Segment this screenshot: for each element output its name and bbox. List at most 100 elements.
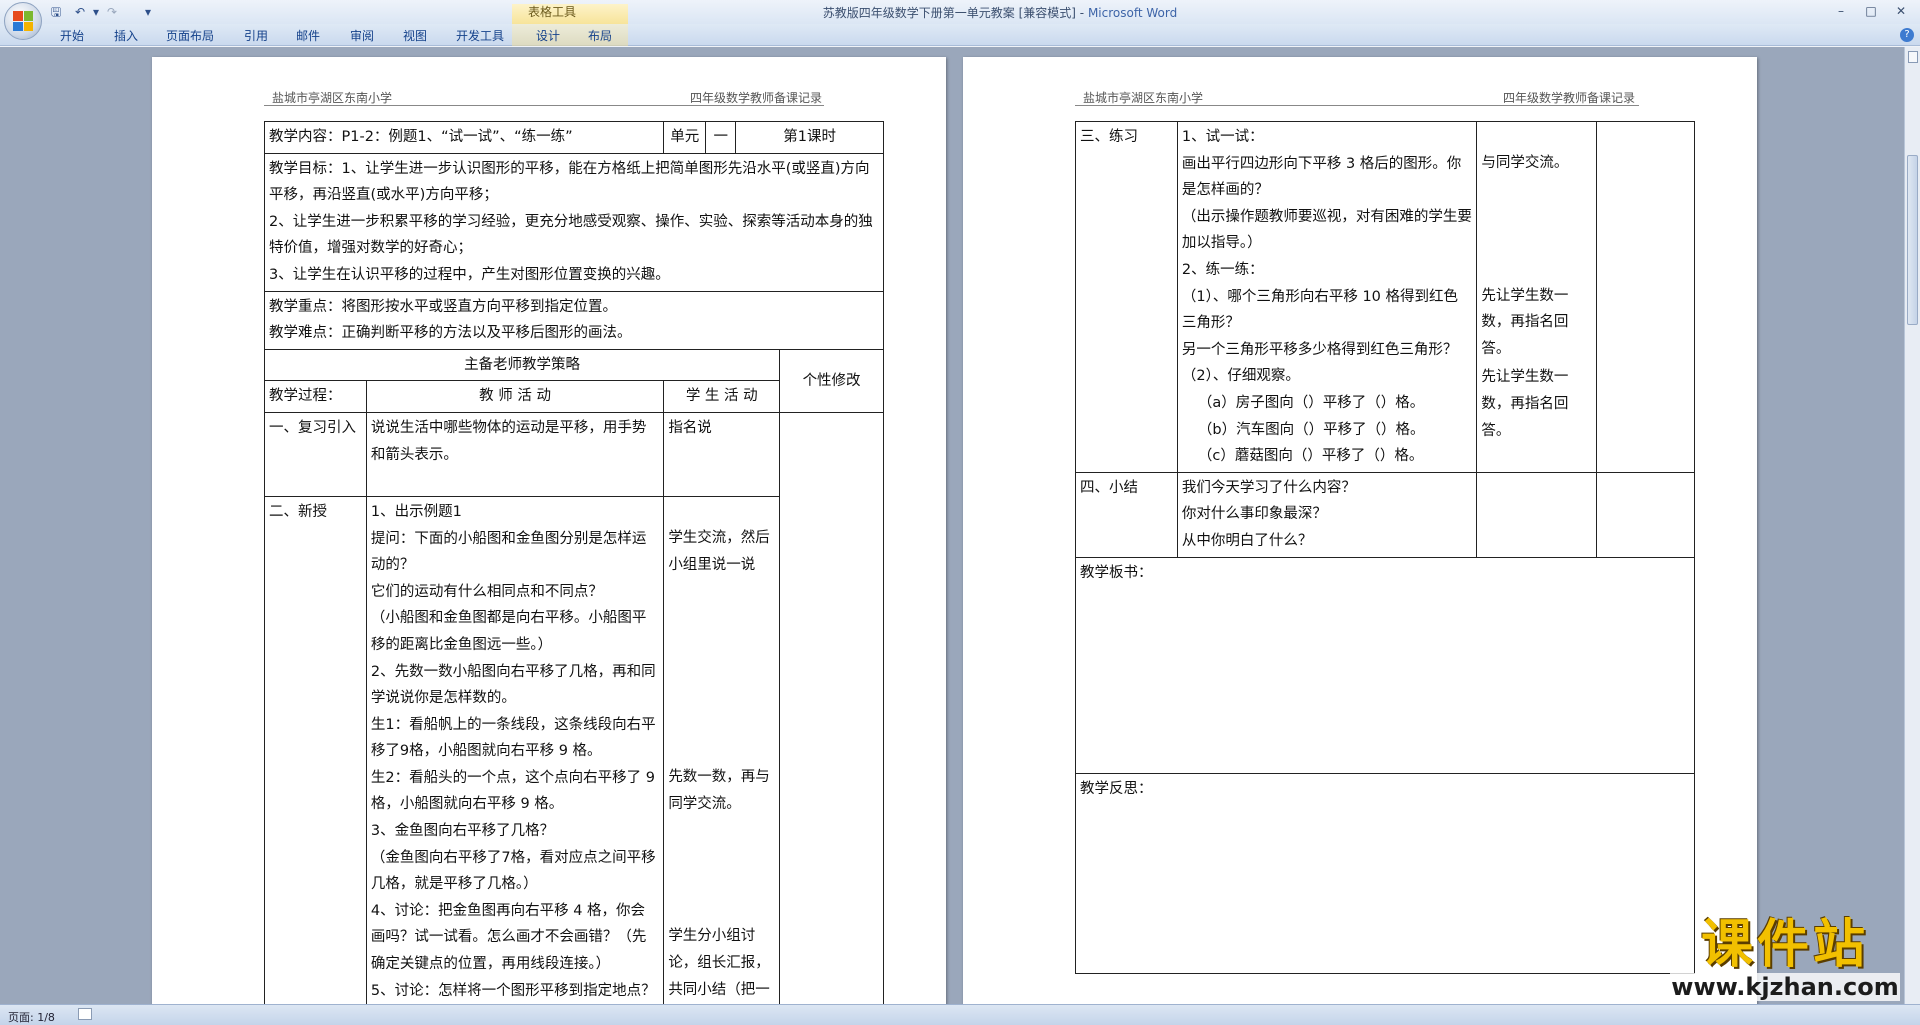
teacher-activity-header[interactable]: 教 师 活 动	[365, 380, 665, 413]
maximize-icon[interactable]: □	[1858, 2, 1884, 20]
lesson-plan-table-page2[interactable]: 三、练习 1、试一试： 画出平行四边形向下平移 3 格后的图形。你是怎样画的？ …	[1075, 121, 1695, 974]
header-rule	[264, 105, 824, 106]
redo-icon[interactable]: ↷	[104, 4, 120, 20]
practice-line: （出示操作题教师要巡视，对有困难的学生要加以指导。）	[1181, 208, 1472, 252]
new-teacher-line: 4、讨论：把金鱼图再向右平移 4 格，你会画吗？试一试看。怎么画才不会画错？（先…	[370, 902, 647, 973]
practice-line: 2、练一练：	[1181, 261, 1264, 278]
tab-insert[interactable]: 插入	[114, 27, 138, 44]
lesson-plan-table-page1[interactable]: 教学内容：P1-2：例题1、“试一试”、“练一练” 单元 一 第1课时 教学目标…	[263, 121, 884, 1004]
undo-dropdown-icon[interactable]: ▾	[88, 4, 104, 20]
tab-mailings[interactable]: 邮件	[296, 27, 320, 44]
summary-line: 你对什么事印象最深？	[1181, 506, 1327, 523]
close-icon[interactable]: ✕	[1888, 2, 1914, 20]
title-bar: 🖫 ↶ ▾ ↷ ▾ 苏教版四年级数学下册第一单元教案 [兼容模式] - Micr…	[0, 0, 1920, 24]
practice-edit-cell[interactable]	[1596, 121, 1695, 473]
office-logo-icon	[13, 11, 33, 31]
personal-edit-header-cell[interactable]: 个性修改	[779, 348, 884, 413]
summary-teacher-cell[interactable]: 我们今天学习了什么内容？ 你对什么事印象最深？ 从中你明白了什么？	[1176, 471, 1478, 558]
goals-cell[interactable]: 教学目标：1、让学生进一步认识图形的平移，能在方格纸上把简单图形先沿水平(或竖直…	[264, 152, 884, 292]
new-title-cell[interactable]: 二、新授	[264, 495, 367, 1004]
watermark-logo: 课件站 www.kjzhan.com	[1670, 917, 1900, 1001]
customize-qat-icon[interactable]: ▾	[140, 4, 156, 20]
review-title-cell[interactable]: 一、复习引入	[264, 411, 367, 497]
window-title: 苏教版四年级数学下册第一单元教案 [兼容模式] - Microsoft Word	[822, 6, 1178, 20]
summary-title-cell[interactable]: 四、小结	[1075, 471, 1178, 558]
new-teacher-line: 3、金鱼图向右平移了几格？	[370, 823, 555, 840]
header-record: 四年级数学教师备课记录	[1503, 91, 1636, 105]
content-cell[interactable]: 教学内容：P1-2：例题1、“试一试”、“练一练”	[263, 121, 665, 154]
period-cell[interactable]: 第1课时	[735, 121, 884, 154]
table-tools-context-label: 表格工具	[512, 4, 628, 24]
new-teacher-line: 提问：下面的小船图和金鱼图分别是怎样运动的？	[370, 530, 647, 574]
new-teacher-line: （小船图和金鱼图都是向右平移。小船图平移的距离比金鱼图远一些。）	[370, 610, 647, 653]
practice-student-note-1: 与同学交流。	[1481, 155, 1569, 171]
tab-table-layout[interactable]: 布局	[588, 27, 612, 44]
unit-value-cell[interactable]: 一	[705, 121, 737, 154]
practice-line: （c）蘑菇图向（）平移了（）格。	[1197, 448, 1424, 465]
summary-line: 我们今天学习了什么内容？	[1181, 479, 1356, 496]
document-page-1[interactable]: 盐城市亭湖区东南小学 四年级数学教师备课记录 教学内容：P1-2：例题1、“试一…	[152, 57, 946, 1004]
summary-line: 从中你明白了什么？	[1181, 532, 1313, 549]
minimize-icon[interactable]: –	[1828, 2, 1854, 20]
new-student-cell[interactable]: 学生交流，然后小组里说一说 先数一数，再与同学交流。 学生分小组讨论，组长汇报，…	[663, 495, 781, 1004]
practice-title-cell[interactable]: 三、练习	[1075, 121, 1178, 473]
goal-2: 2、让学生进一步积累平移的学习经验，更充分地感受观察、操作、实验、探索等活动本身…	[269, 213, 873, 257]
vertical-scrollbar[interactable]	[1904, 47, 1920, 1004]
board-cell[interactable]: 教学板书：	[1075, 556, 1695, 774]
page-indicator[interactable]: 页面: 1/8	[8, 1009, 55, 1025]
tab-page-layout[interactable]: 页面布局	[166, 27, 214, 44]
practice-teacher-cell[interactable]: 1、试一试： 画出平行四边形向下平移 3 格后的图形。你是怎样画的？ （出示操作…	[1176, 121, 1478, 473]
new-teacher-line: 生1：看船帆上的一条线段，这条线段向右平移了9格，小船图就向右平移 9 格。	[370, 716, 656, 760]
new-student-note-1: 学生交流，然后小组里说一说	[668, 529, 770, 573]
office-button[interactable]	[4, 2, 42, 40]
review-teacher-cell[interactable]: 说说生活中哪些物体的运动是平移，用手势和箭头表示。	[365, 411, 665, 497]
new-teacher-line: 5、讨论：怎样将一个图形平移到指定地点？	[370, 982, 656, 999]
watermark-brand: 课件站	[1700, 915, 1869, 975]
practice-line: 画出平行四边形向下平移 3 格后的图形。你是怎样画的？	[1181, 155, 1462, 199]
new-teacher-cell[interactable]: 1、出示例题1 提问：下面的小船图和金鱼图分别是怎样运动的？ 它们的运动有什么相…	[365, 495, 665, 1004]
header-school: 盐城市亭湖区东南小学	[272, 91, 393, 105]
document-page-2[interactable]: 盐城市亭湖区东南小学 四年级数学教师备课记录 三、练习 1、试一试： 画出平行四…	[963, 57, 1757, 1004]
header-record: 四年级数学教师备课记录	[690, 91, 823, 105]
student-activity-header[interactable]: 学 生 活 动	[663, 380, 781, 413]
summary-student-cell[interactable]	[1476, 471, 1598, 558]
help-icon[interactable]: ?	[1900, 28, 1914, 42]
scrollbar-thumb[interactable]	[1907, 155, 1918, 325]
watermark-url: www.kjzhan.com	[1670, 973, 1900, 1001]
tab-table-design[interactable]: 设计	[536, 27, 560, 44]
undo-icon[interactable]: ↶	[72, 4, 88, 20]
reflection-cell[interactable]: 教学反思：	[1075, 772, 1695, 974]
summary-edit-cell[interactable]	[1596, 471, 1695, 558]
tab-home[interactable]: 开始	[60, 27, 84, 44]
personal-edit-cell[interactable]	[779, 411, 884, 1004]
new-student-note-3: 学生分小组讨论，组长汇报，共同小结（把一个图形„„平移几格）	[668, 928, 770, 998]
practice-line: （a）房子图向（）平移了（）格。	[1197, 394, 1425, 411]
tab-view[interactable]: 视图	[403, 27, 427, 44]
difficulty: 教学难点：正确判断平移的方法以及平移后图形的画法。	[269, 325, 632, 342]
document-name: 苏教版四年级数学下册第一单元教案 [兼容模式]	[822, 6, 1076, 20]
practice-line: 另一个三角形平移多少格得到红色三角形？	[1181, 341, 1458, 358]
ribbon-tab-bar	[0, 24, 1920, 46]
application-name: Microsoft Word	[1087, 6, 1178, 20]
practice-line: （1）、哪个三角形向右平移 10 格得到红色三角形？	[1181, 288, 1459, 332]
tab-references[interactable]: 引用	[244, 27, 268, 44]
header-school: 盐城市亭湖区东南小学	[1083, 91, 1204, 105]
key-difficulty-cell[interactable]: 教学重点：将图形按水平或竖直方向平移到指定位置。 教学难点：正确判断平移的方法以…	[264, 290, 884, 350]
key-point: 教学重点：将图形按水平或竖直方向平移到指定位置。	[269, 298, 617, 315]
proofing-icon[interactable]	[78, 1008, 92, 1020]
tab-developer[interactable]: 开发工具	[456, 27, 504, 44]
practice-line: （b）汽车图向（）平移了（）格。	[1197, 421, 1425, 438]
practice-student-cell[interactable]: 与同学交流。 先让学生数一数，再指名回答。 先让学生数一数，再指名回答。	[1476, 121, 1598, 473]
new-teacher-line: （金鱼图向右平移了7格，看对应点之间平移几格，就是平移了几格。）	[370, 849, 656, 893]
practice-line: （2）、仔细观察。	[1181, 368, 1300, 385]
process-label-cell[interactable]: 教学过程：	[264, 380, 367, 413]
review-student-cell[interactable]: 指名说	[663, 411, 781, 497]
goal-3: 3、让学生在认识平移的过程中，产生对图形位置变换的兴趣。	[269, 266, 670, 283]
unit-label-cell[interactable]: 单元	[663, 121, 707, 154]
save-icon[interactable]: 🖫	[48, 4, 64, 20]
tab-review[interactable]: 审阅	[350, 27, 374, 44]
goal-1: 教学目标：1、让学生进一步认识图形的平移，能在方格纸上把简单图形先沿水平(或竖直…	[269, 160, 870, 204]
view-ruler-icon[interactable]	[1908, 51, 1918, 63]
strategy-header-cell[interactable]: 主备老师教学策略	[263, 348, 781, 382]
new-student-note-2: 先数一数，再与同学交流。	[668, 769, 770, 812]
